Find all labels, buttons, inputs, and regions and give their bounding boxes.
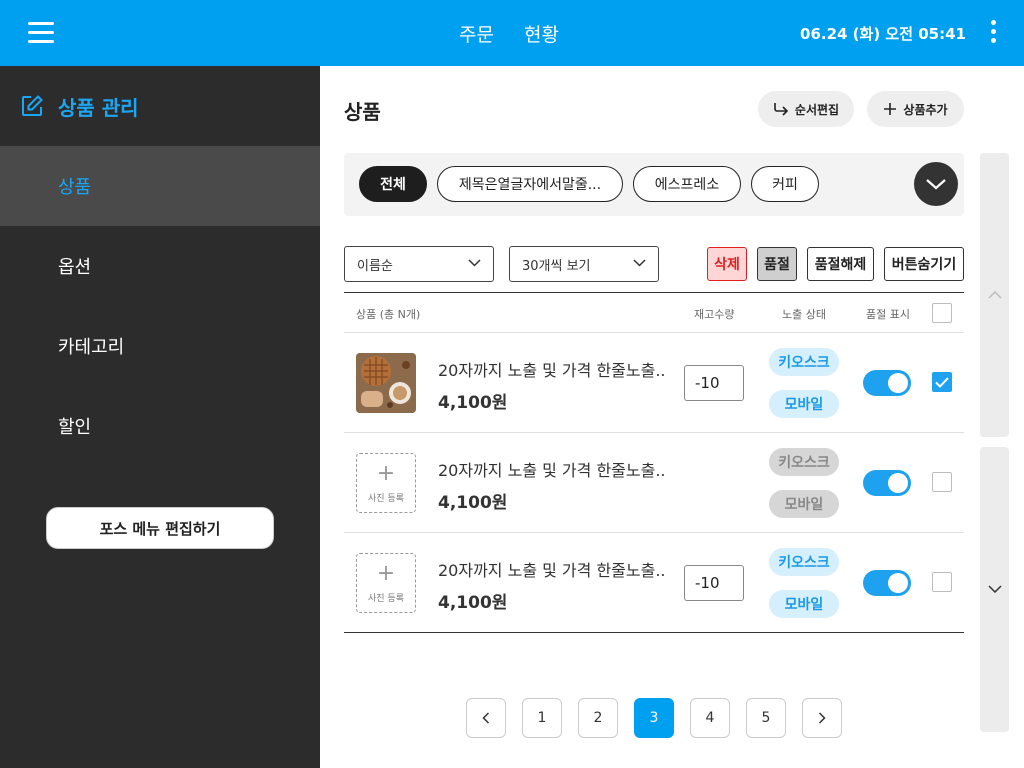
- kiosk-tag[interactable]: 키오스크: [769, 448, 839, 476]
- product-price: 4,100원: [438, 593, 508, 613]
- hamburger-icon[interactable]: [28, 22, 54, 44]
- photo-upload-caption: 사진 등록: [368, 593, 404, 604]
- header-stock: 재고수량: [694, 308, 735, 321]
- hide-buttons-button[interactable]: 버튼숨기기: [884, 247, 964, 281]
- sort-select[interactable]: 이름순: [344, 246, 494, 282]
- table-row: 20자까지 노출 및 가격 한줄노출.. 4,100원 -10 키오스크 모바일: [344, 333, 964, 433]
- scroll-up-button[interactable]: [980, 153, 1009, 437]
- next-page-button[interactable]: [802, 698, 842, 738]
- sort-select-value: 이름순: [357, 258, 393, 274]
- sidebar-header: 상품 관리: [0, 66, 320, 146]
- stock-input[interactable]: -10: [684, 565, 744, 601]
- soldout-display-toggle[interactable]: [863, 570, 911, 596]
- page-button-4[interactable]: 4: [690, 698, 730, 738]
- header-product: 상품 (총 N개): [356, 308, 421, 321]
- chevron-left-icon: [482, 712, 490, 724]
- soldout-display-toggle[interactable]: [863, 470, 911, 496]
- sidebar-item-label: 옵션: [58, 257, 92, 278]
- page-button-3[interactable]: 3: [634, 698, 674, 738]
- category-expand-button[interactable]: [914, 162, 958, 206]
- prev-page-button[interactable]: [466, 698, 506, 738]
- category-chip-coffee[interactable]: 커피: [751, 166, 819, 202]
- mobile-tag[interactable]: 모바일: [769, 590, 839, 618]
- photo-upload-caption: 사진 등록: [368, 493, 404, 504]
- photo-upload-button[interactable]: + 사진 등록: [356, 553, 416, 613]
- top-bar: 주문 현황 06.24 (화) 오전 05:41: [0, 0, 1024, 66]
- kiosk-tag[interactable]: 키오스크: [769, 348, 839, 376]
- product-name: 20자까지 노출 및 가격 한줄노출..: [438, 461, 666, 480]
- chevron-right-icon: [818, 712, 826, 724]
- header-soldout: 품절 표시: [866, 308, 910, 321]
- add-product-button[interactable]: 상품추가: [867, 91, 964, 127]
- category-bar: 전체 제목은열글자에서말줄... 에스프레소 커피: [344, 153, 964, 216]
- chevron-down-icon: [926, 179, 946, 190]
- soldout-display-toggle[interactable]: [863, 370, 911, 396]
- check-icon: [935, 376, 949, 388]
- table-row: + 사진 등록 20자까지 노출 및 가격 한줄노출.. 4,100원 -10 …: [344, 533, 964, 633]
- per-page-select[interactable]: 30개씩 보기: [509, 246, 659, 282]
- category-chip-all[interactable]: 전체: [359, 166, 427, 202]
- product-name: 20자까지 노출 및 가격 한줄노출..: [438, 361, 666, 380]
- arrow-turn-icon: [774, 103, 789, 116]
- select-all-checkbox[interactable]: [932, 303, 952, 323]
- category-chip-long[interactable]: 제목은열글자에서말줄...: [437, 166, 623, 202]
- page-button-5[interactable]: 5: [746, 698, 786, 738]
- product-price: 4,100원: [438, 493, 508, 513]
- sidebar: 상품 관리 상품 옵션 카테고리 할인 포스 메뉴 편집하기: [0, 66, 320, 768]
- pos-menu-edit-button[interactable]: 포스 메뉴 편집하기: [46, 507, 274, 549]
- row-checkbox[interactable]: [932, 572, 952, 592]
- mobile-tag[interactable]: 모바일: [769, 390, 839, 418]
- datetime-display: 06.24 (화) 오전 05:41: [800, 25, 966, 43]
- row-checkbox[interactable]: [932, 372, 952, 392]
- sidebar-item-categories[interactable]: 카테고리: [0, 306, 320, 386]
- kebab-icon[interactable]: [989, 20, 997, 46]
- chevron-up-icon: [988, 291, 1002, 299]
- per-page-select-value: 30개씩 보기: [522, 258, 591, 274]
- sidebar-item-label: 카테고리: [58, 337, 125, 358]
- tab-status[interactable]: 현황: [524, 20, 559, 47]
- sidebar-header-label: 상품 관리: [58, 95, 139, 120]
- sidebar-item-label: 상품: [58, 177, 92, 198]
- delete-button[interactable]: 삭제: [707, 247, 747, 281]
- product-price: 4,100원: [438, 393, 508, 413]
- mobile-tag[interactable]: 모바일: [769, 490, 839, 518]
- sidebar-item-options[interactable]: 옵션: [0, 226, 320, 306]
- product-thumbnail[interactable]: [356, 353, 416, 413]
- kiosk-tag[interactable]: 키오스크: [769, 548, 839, 576]
- plus-icon: [884, 103, 897, 115]
- chevron-down-icon: [633, 259, 646, 267]
- reorder-button-label: 순서편집: [794, 102, 840, 117]
- plus-icon: +: [376, 560, 396, 586]
- page-button-2[interactable]: 2: [578, 698, 618, 738]
- page-button-1[interactable]: 1: [522, 698, 562, 738]
- row-checkbox[interactable]: [932, 472, 952, 492]
- category-chip-espresso[interactable]: 에스프레소: [633, 166, 741, 202]
- tab-order[interactable]: 주문: [459, 20, 494, 47]
- soldout-button[interactable]: 품절: [757, 247, 797, 281]
- sidebar-item-products[interactable]: 상품: [0, 146, 320, 226]
- chevron-down-icon: [988, 585, 1002, 593]
- table-row: + 사진 등록 20자까지 노출 및 가격 한줄노출.. 4,100원 키오스크…: [344, 433, 964, 533]
- photo-upload-button[interactable]: + 사진 등록: [356, 453, 416, 513]
- sidebar-item-label: 할인: [58, 417, 92, 438]
- unsoldout-button[interactable]: 품절해제: [807, 247, 874, 281]
- top-tabs: 주문 현황: [459, 20, 559, 47]
- reorder-button[interactable]: 순서편집: [758, 91, 854, 127]
- add-product-button-label: 상품추가: [903, 102, 948, 117]
- plus-icon: +: [376, 460, 396, 486]
- product-name: 20자까지 노출 및 가격 한줄노출..: [438, 561, 666, 580]
- scroll-down-button[interactable]: [980, 447, 1009, 732]
- edit-icon: [22, 95, 43, 116]
- stock-input[interactable]: -10: [684, 365, 744, 401]
- chevron-down-icon: [468, 259, 481, 267]
- header-exposure: 노출 상태: [782, 308, 826, 321]
- table-header: 상품 (총 N개) 재고수량 노출 상태 품절 표시: [344, 292, 964, 333]
- page-title: 상품: [344, 100, 381, 124]
- sidebar-item-discounts[interactable]: 할인: [0, 386, 320, 466]
